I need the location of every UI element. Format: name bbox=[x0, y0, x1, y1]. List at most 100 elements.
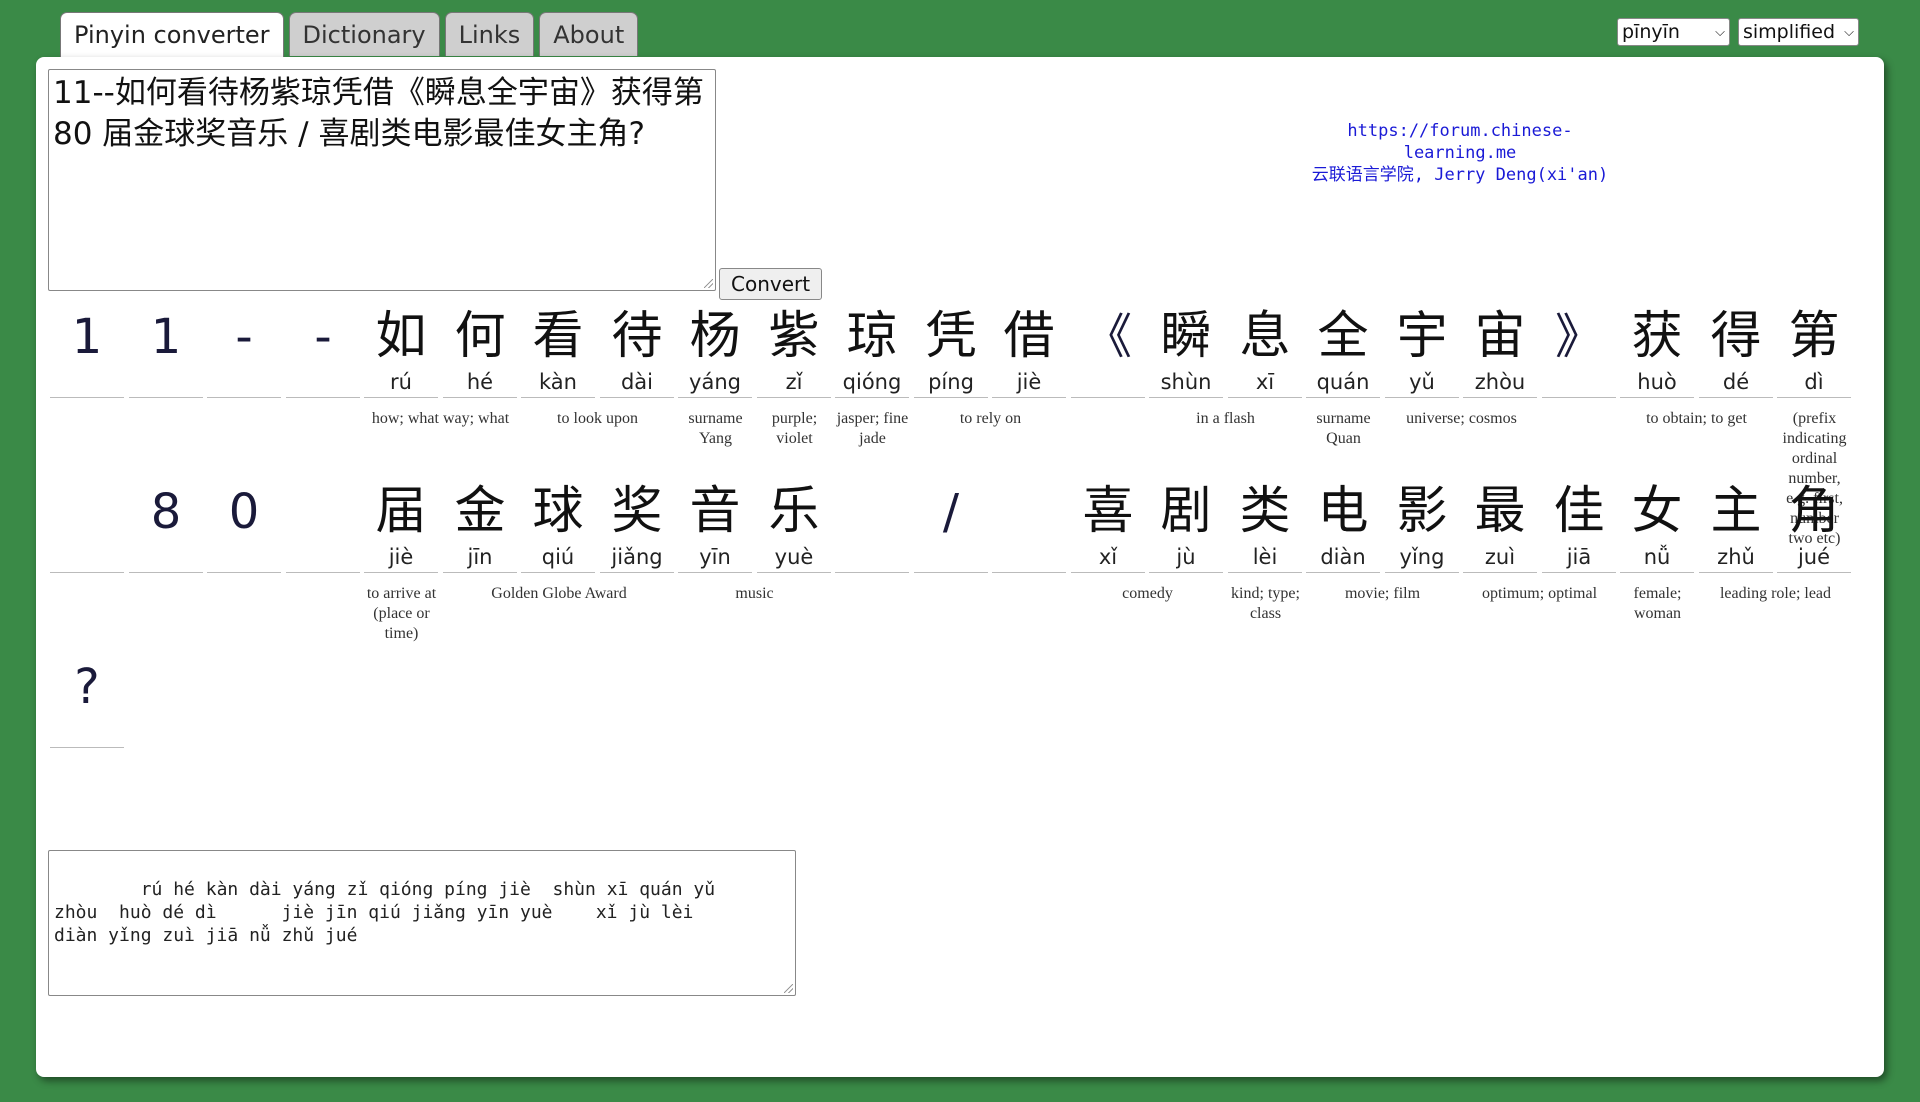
char-cell[interactable]: 1 bbox=[50, 307, 124, 398]
cell-divider bbox=[1699, 572, 1773, 573]
pinyin-label: qióng bbox=[842, 370, 902, 394]
char-cell[interactable]: 看 kàn bbox=[521, 307, 595, 398]
char-cell[interactable]: 杨 yáng bbox=[678, 307, 752, 398]
cell-divider bbox=[992, 397, 1066, 398]
char-cell[interactable]: 何 hé bbox=[443, 307, 517, 398]
tab-pinyin-converter[interactable]: Pinyin converter bbox=[60, 12, 284, 58]
script-select[interactable]: simplified ⌵ bbox=[1738, 18, 1859, 46]
char-cell[interactable]: 金 jīn bbox=[443, 482, 517, 573]
char-cell[interactable]: 如 rú bbox=[364, 307, 438, 398]
hanzi-char: 借 bbox=[1003, 307, 1055, 366]
char-cell[interactable]: 届 jiè bbox=[364, 482, 438, 573]
char-cell[interactable]: 》 bbox=[1542, 307, 1616, 398]
hanzi-char: 》 bbox=[1554, 309, 1603, 365]
char-cell[interactable]: 宇 yǔ bbox=[1385, 307, 1459, 398]
forum-link[interactable]: https://forum.chinese-learning.me bbox=[1300, 120, 1620, 164]
char-cell[interactable]: 乐 yuè bbox=[757, 482, 831, 573]
pinyin-label: diàn bbox=[1320, 545, 1366, 569]
char-cell[interactable]: 喜 xǐ bbox=[1071, 482, 1145, 573]
pinyin-label bbox=[207, 369, 281, 397]
char-cell[interactable]: 0 bbox=[207, 482, 281, 573]
char-cell[interactable]: 借 jiè bbox=[992, 307, 1066, 398]
tab-links[interactable]: Links bbox=[444, 12, 535, 56]
cell-divider bbox=[1620, 572, 1694, 573]
cell-divider bbox=[1463, 397, 1537, 398]
char-cell[interactable]: 角 jué bbox=[1777, 482, 1851, 573]
pinyin-label: jiā bbox=[1566, 545, 1592, 569]
pinyin-label: dé bbox=[1722, 370, 1750, 394]
char-cell[interactable]: 紫 zǐ bbox=[757, 307, 831, 398]
char-cell[interactable]: / bbox=[914, 482, 988, 573]
char-cell[interactable]: 全 quán bbox=[1306, 307, 1380, 398]
hanzi-char: 最 bbox=[1474, 482, 1526, 541]
pinyin-label bbox=[835, 544, 909, 572]
char-cell[interactable]: 最 zuì bbox=[1463, 482, 1537, 573]
char-cell[interactable]: 8 bbox=[129, 482, 203, 573]
char-cell[interactable]: 电 diàn bbox=[1306, 482, 1380, 573]
definition-gloss: surname Quan bbox=[1316, 410, 1371, 447]
cell-divider bbox=[50, 572, 124, 573]
char-cell[interactable]: 获 huò bbox=[1620, 307, 1694, 398]
hanzi-char: 看 bbox=[532, 307, 584, 366]
char-cell[interactable]: 琼 qióng bbox=[835, 307, 909, 398]
pinyin-label: zǐ bbox=[785, 370, 803, 394]
char-cell[interactable] bbox=[992, 482, 1066, 573]
hanzi-char: 息 bbox=[1239, 307, 1291, 366]
cell-divider bbox=[757, 572, 831, 573]
char-cell[interactable]: 凭 píng bbox=[914, 307, 988, 398]
char-cell[interactable] bbox=[50, 482, 124, 573]
char-cell[interactable]: 主 zhǔ bbox=[1699, 482, 1773, 573]
char-cell[interactable]: 女 nǚ bbox=[1620, 482, 1694, 573]
pinyin-label: jiè bbox=[1016, 370, 1042, 394]
pinyin-label: dài bbox=[620, 370, 654, 394]
convert-button[interactable]: Convert bbox=[719, 268, 823, 300]
char-cell[interactable]: 待 dài bbox=[600, 307, 674, 398]
char-cell[interactable]: - bbox=[207, 307, 281, 398]
char-cell[interactable] bbox=[835, 482, 909, 573]
char-cell[interactable]: - bbox=[286, 307, 360, 398]
hanzi-char: 8 bbox=[150, 484, 182, 540]
cell-divider bbox=[835, 572, 909, 573]
char-cell[interactable]: ? bbox=[50, 657, 124, 748]
tab-about[interactable]: About bbox=[539, 12, 639, 56]
pinyin-label: zhǔ bbox=[1717, 545, 1755, 569]
char-cell[interactable]: 奖 jiǎng bbox=[600, 482, 674, 573]
chinese-input-textarea[interactable]: 11--如何看待杨紫琼凭借《瞬息全宇宙》获得第 80 届金球奖音乐 / 喜剧类电… bbox=[48, 69, 716, 291]
cell-divider bbox=[521, 397, 595, 398]
char-cell[interactable] bbox=[286, 482, 360, 573]
char-cell[interactable]: 得 dé bbox=[1699, 307, 1773, 398]
char-cell[interactable]: 球 qiú bbox=[521, 482, 595, 573]
input-text: 11--如何看待杨紫琼凭借《瞬息全宇宙》获得第 80 届金球奖音乐 / 喜剧类电… bbox=[53, 75, 704, 152]
cell-divider bbox=[1071, 572, 1145, 573]
hanzi-char: 球 bbox=[532, 482, 584, 541]
char-cell[interactable]: 《 bbox=[1071, 307, 1145, 398]
pinyin-label bbox=[286, 544, 360, 572]
char-cell[interactable]: 剧 jù bbox=[1149, 482, 1223, 573]
resize-grip-icon[interactable] bbox=[704, 279, 713, 288]
resize-grip-icon[interactable] bbox=[784, 984, 793, 993]
char-cell[interactable]: 类 lèi bbox=[1228, 482, 1302, 573]
hanzi-char: 第 bbox=[1788, 307, 1840, 366]
char-cell[interactable]: 宙 zhòu bbox=[1463, 307, 1537, 398]
cell-divider bbox=[1385, 572, 1459, 573]
definition-gloss: purple; violet bbox=[771, 410, 818, 447]
char-cell[interactable]: 1 bbox=[129, 307, 203, 398]
pinyin-mode-select[interactable]: pīnyīn ⌵ bbox=[1617, 18, 1730, 46]
cell-divider bbox=[364, 572, 438, 573]
char-cell[interactable]: 影 yǐng bbox=[1385, 482, 1459, 573]
credit-block: https://forum.chinese-learning.me 云联语言学院… bbox=[1300, 120, 1620, 186]
pinyin-label: yǐng bbox=[1399, 545, 1445, 569]
hanzi-char: 凭 bbox=[925, 307, 977, 366]
char-cell[interactable]: 音 yīn bbox=[678, 482, 752, 573]
cell-divider bbox=[992, 572, 1066, 573]
char-cell[interactable]: 息 xī bbox=[1228, 307, 1302, 398]
pinyin-label: yīn bbox=[699, 545, 731, 569]
char-cell[interactable]: 佳 jiā bbox=[1542, 482, 1616, 573]
hanzi-char: 《 bbox=[1083, 309, 1132, 365]
pinyin-label: xǐ bbox=[1098, 545, 1118, 569]
char-cell[interactable]: 瞬 shùn bbox=[1149, 307, 1223, 398]
tab-dictionary[interactable]: Dictionary bbox=[288, 12, 440, 56]
pinyin-output-textarea[interactable]: rú hé kàn dài yáng zǐ qióng píng jiè shù… bbox=[48, 850, 796, 996]
cell-divider bbox=[521, 572, 595, 573]
char-cell[interactable]: 第 dì bbox=[1777, 307, 1851, 398]
